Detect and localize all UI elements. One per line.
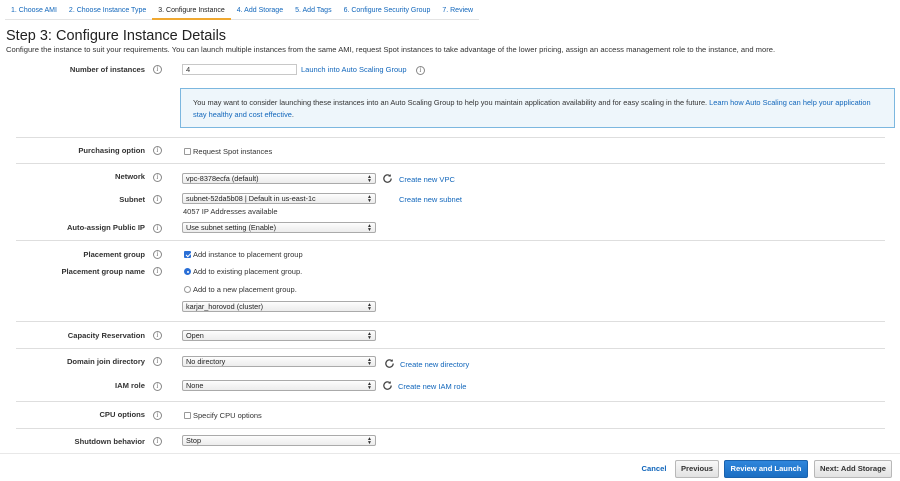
- shutdown-behavior-select[interactable]: Stop ▲ ▼: [182, 435, 376, 446]
- info-icon[interactable]: i: [153, 357, 162, 366]
- info-icon[interactable]: i: [153, 65, 162, 74]
- divider: [16, 137, 885, 138]
- chevron-updown-icon: ▲ ▼: [367, 194, 372, 204]
- capacity-reservation-select[interactable]: Open ▲ ▼: [182, 330, 376, 341]
- capacity-reservation-label: Capacity Reservation: [67, 331, 145, 340]
- next-add-storage-button[interactable]: Next: Add Storage: [814, 460, 892, 478]
- iam-role-select-value: None: [186, 381, 204, 390]
- new-placement-group-radio[interactable]: [184, 286, 191, 293]
- asg-info-suffix: .: [291, 110, 294, 119]
- placement-group-checkbox[interactable]: [184, 251, 191, 258]
- domain-join-select-value: No directory: [186, 357, 226, 366]
- cpu-options-checkbox[interactable]: [184, 412, 191, 419]
- existing-placement-group-label: Add to existing placement group.: [193, 267, 303, 276]
- tab-choose-ami[interactable]: 1. Choose AMI: [5, 0, 63, 20]
- shutdown-behavior-select-value: Stop: [186, 436, 202, 445]
- network-select[interactable]: vpc-8378ecfa (default) ▲ ▼: [182, 173, 376, 184]
- public-ip-select-value: Use subnet setting (Enable): [186, 223, 277, 232]
- network-label: Network: [115, 172, 145, 181]
- tab-configure-security-group[interactable]: 6. Configure Security Group: [337, 0, 437, 20]
- num-instances-label: Number of instances: [69, 65, 145, 74]
- info-icon[interactable]: i: [153, 267, 162, 276]
- tab-add-tags[interactable]: 5. Add Tags: [289, 0, 338, 20]
- tab-add-storage[interactable]: 4. Add Storage: [230, 0, 290, 20]
- tab-configure-instance[interactable]: 3. Configure Instance: [152, 0, 231, 20]
- subnet-ip-available: 4057 IP Addresses available: [183, 207, 278, 216]
- divider: [16, 321, 885, 322]
- tab-choose-instance-type[interactable]: 2. Choose Instance Type: [62, 0, 153, 20]
- review-and-launch-button[interactable]: Review and Launch: [724, 460, 808, 478]
- divider: [16, 163, 885, 164]
- placement-group-label: Placement group: [83, 250, 145, 259]
- placement-group-select-value: karjar_horovod (cluster): [186, 302, 264, 311]
- num-instances-input[interactable]: 4: [182, 64, 297, 75]
- placement-group-select[interactable]: karjar_horovod (cluster) ▲ ▼: [182, 301, 376, 312]
- divider: [16, 401, 885, 402]
- chevron-updown-icon: ▲ ▼: [367, 331, 372, 341]
- info-icon[interactable]: i: [153, 411, 162, 420]
- info-icon[interactable]: i: [153, 437, 162, 446]
- refresh-icon[interactable]: [382, 380, 393, 391]
- cpu-options-label: CPU options: [99, 410, 145, 419]
- info-icon[interactable]: i: [153, 146, 162, 155]
- create-new-directory-link[interactable]: Create new directory: [400, 360, 469, 369]
- public-ip-select[interactable]: Use subnet setting (Enable) ▲ ▼: [182, 222, 376, 233]
- divider: [16, 348, 885, 349]
- refresh-icon[interactable]: [384, 358, 395, 369]
- spot-instances-checkbox[interactable]: [184, 148, 191, 155]
- chevron-updown-icon: ▲ ▼: [367, 436, 372, 446]
- info-icon[interactable]: i: [153, 173, 162, 182]
- cpu-options-checkbox-label: Specify CPU options: [193, 411, 262, 420]
- network-select-value: vpc-8378ecfa (default): [186, 174, 259, 183]
- chevron-updown-icon: ▲ ▼: [367, 223, 372, 233]
- info-icon[interactable]: i: [153, 382, 162, 391]
- chevron-updown-icon: ▲ ▼: [367, 302, 372, 312]
- info-icon[interactable]: i: [153, 195, 162, 204]
- placement-group-checkbox-label: Add instance to placement group: [193, 250, 303, 259]
- create-new-vpc-link[interactable]: Create new VPC: [399, 175, 455, 184]
- refresh-icon[interactable]: [382, 173, 393, 184]
- asg-info-box: You may want to consider launching these…: [180, 88, 895, 128]
- create-new-subnet-link[interactable]: Create new subnet: [399, 195, 462, 204]
- page-description: Configure the instance to suit your requ…: [6, 45, 776, 54]
- info-icon[interactable]: i: [153, 250, 162, 259]
- footer-divider: [0, 453, 900, 454]
- spot-instances-label: Request Spot instances: [193, 147, 273, 156]
- page-title: Step 3: Configure Instance Details: [6, 28, 227, 44]
- iam-role-label: IAM role: [115, 381, 145, 390]
- previous-button[interactable]: Previous: [675, 460, 719, 478]
- tab-review[interactable]: 7. Review: [436, 0, 480, 20]
- info-icon[interactable]: i: [153, 331, 162, 340]
- chevron-updown-icon: ▲ ▼: [367, 174, 372, 184]
- capacity-reservation-select-value: Open: [186, 331, 204, 340]
- placement-group-name-label: Placement group name: [61, 267, 145, 276]
- create-new-iam-role-link[interactable]: Create new IAM role: [398, 382, 466, 391]
- launch-asg-link[interactable]: Launch into Auto Scaling Group: [301, 65, 407, 74]
- new-placement-group-label: Add to a new placement group.: [193, 285, 297, 294]
- iam-role-select[interactable]: None ▲ ▼: [182, 380, 376, 391]
- domain-join-label: Domain join directory: [66, 357, 145, 366]
- public-ip-label: Auto-assign Public IP: [66, 223, 145, 232]
- subnet-select[interactable]: subnet-52da5b08 | Default in us-east-1c ▲…: [182, 193, 376, 204]
- domain-join-select[interactable]: No directory ▲ ▼: [182, 356, 376, 367]
- divider: [16, 240, 885, 241]
- info-icon[interactable]: i: [153, 224, 162, 233]
- subnet-select-value: subnet-52da5b08 | Default in us-east-1c: [186, 194, 316, 203]
- shutdown-behavior-label: Shutdown behavior: [74, 437, 145, 446]
- divider: [16, 428, 885, 429]
- cancel-button[interactable]: Cancel: [636, 460, 672, 478]
- wizard-tabs: 1. Choose AMI 2. Choose Instance Type 3.…: [0, 0, 900, 24]
- chevron-updown-icon: ▲ ▼: [367, 357, 372, 367]
- asg-info-text: You may want to consider launching these…: [193, 98, 710, 107]
- purchasing-option-label: Purchasing option: [78, 146, 145, 155]
- existing-placement-group-radio[interactable]: [184, 268, 191, 275]
- info-icon[interactable]: i: [416, 66, 425, 75]
- subnet-label: Subnet: [119, 195, 145, 204]
- chevron-updown-icon: ▲ ▼: [367, 381, 372, 391]
